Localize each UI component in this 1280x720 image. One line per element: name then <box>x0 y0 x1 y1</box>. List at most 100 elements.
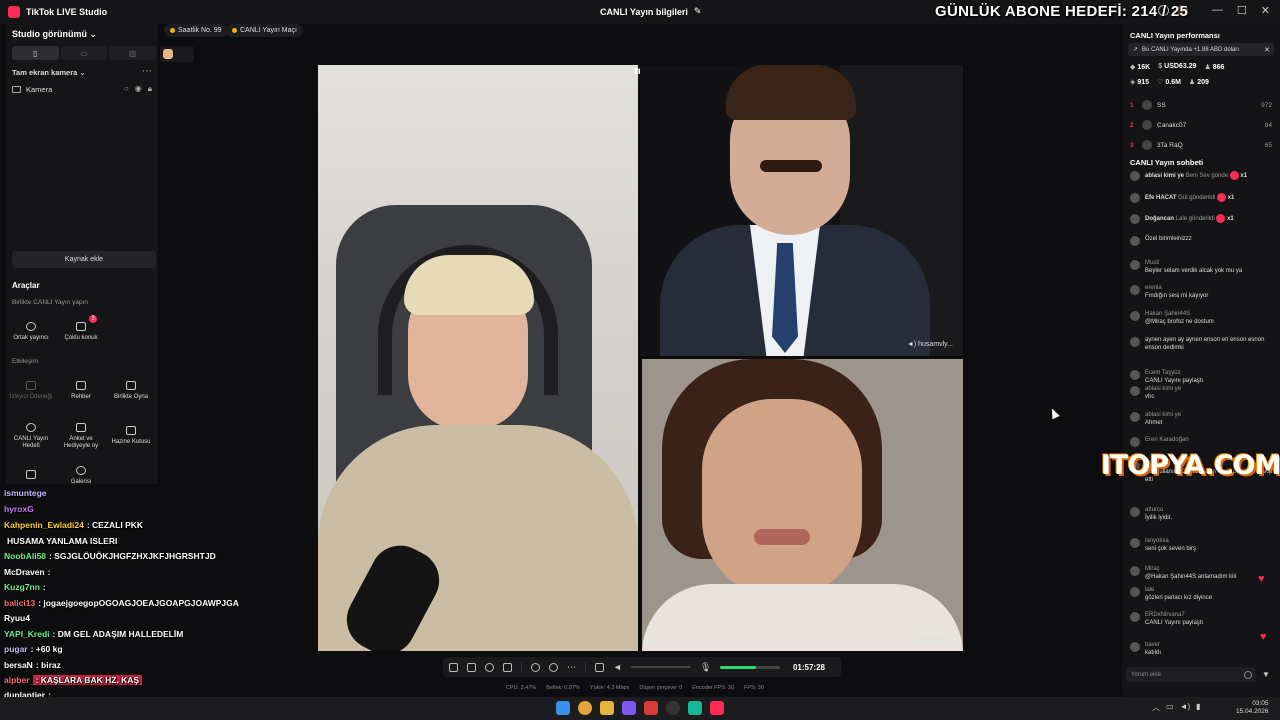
guide-tool[interactable]: Rehber <box>59 371 103 411</box>
live-match-chip[interactable]: CANLI Yayın Maçı <box>226 24 303 37</box>
add-source-button[interactable]: Kaynak ekle <box>12 251 156 268</box>
live-goal-tool[interactable]: CANLI Yayın Hedefi <box>9 416 53 456</box>
tool-label: Birlikte Oyna <box>113 394 148 401</box>
close-button[interactable]: ✕ <box>1261 4 1270 17</box>
play-together-tool[interactable]: Birlikte Oyna <box>109 371 153 411</box>
chrome-icon[interactable] <box>578 701 592 715</box>
layout-tabs: ▯ ▭ ▥ <box>12 46 157 60</box>
ranking-row[interactable]: 1 SS 972 <box>1130 98 1272 112</box>
tool-label: Hazine Kutusu <box>111 439 151 446</box>
avatar <box>1130 311 1140 321</box>
network-icon[interactable]: ▭ <box>1166 702 1174 713</box>
overlay-chat-line: YAPI_Kredi: DM GEL ADAŞIM HALLEDELİM <box>4 629 184 639</box>
avatar <box>1130 612 1140 622</box>
chevron-up-icon[interactable]: ︿ <box>1152 702 1160 713</box>
studio-view-dropdown[interactable]: Studio görünümü ⌄ <box>12 29 97 40</box>
audio-settings-icon[interactable] <box>595 662 604 672</box>
overlay-chat-line: NoobAli58: SGJGLÖUÖKJHGFZHXJKFJHGRSHTJD <box>4 551 216 561</box>
guest-name-label: ◄) husamvly... <box>906 341 953 348</box>
more-icon[interactable]: ⋯ <box>567 662 576 673</box>
more-icon[interactable]: ⋯ <box>142 66 152 77</box>
treasure-icon <box>126 426 136 436</box>
tab-portrait[interactable]: ▯ <box>12 46 59 60</box>
overlay-chat-line: Kuzg7nn: <box>4 582 46 592</box>
ranking-row[interactable]: 2 Canakc07 84 <box>1130 118 1272 132</box>
gift-icon <box>1216 214 1226 223</box>
overlay-chat-line: HUSAMA YANLAMA ISLERI <box>7 536 118 546</box>
minimize-button[interactable]: — <box>1212 4 1223 17</box>
earnings-banner: ↗ Bu CANLI Yayında +1.88 ABD doları ✕ <box>1128 43 1274 56</box>
book-icon <box>76 381 86 391</box>
obs-icon[interactable] <box>666 701 680 715</box>
speaker-volume-slider[interactable] <box>630 666 691 668</box>
lock-icon[interactable]: 🔒︎ <box>148 84 152 94</box>
gift-icon <box>26 381 36 391</box>
replay-icon[interactable] <box>549 662 558 672</box>
guest-name-label: ◄) Buket... <box>916 636 951 643</box>
overlay-chat-line: bersaN: biraz <box>4 660 61 670</box>
guest-feed-top[interactable]: ◄) husamvly... <box>640 65 963 356</box>
tool-label: Ortak yayıncı <box>13 335 49 342</box>
guest-feed-bottom[interactable]: ◄) Buket... <box>642 359 963 651</box>
live-info-button[interactable]: CANLI Yayın bilgileri ✎ <box>600 6 701 17</box>
poll-icon <box>76 422 86 432</box>
app-x-icon[interactable] <box>644 701 658 715</box>
overlay-chat-line: balici13: jogaejgoegopOGOAGJOEAJGOAPGJOA… <box>4 598 239 608</box>
emoji-icon[interactable] <box>1244 670 1252 679</box>
co-host-tool[interactable]: Ortak yayıncı <box>9 312 53 352</box>
tab-split[interactable]: ▥ <box>109 46 157 60</box>
magic-icon[interactable] <box>449 662 458 672</box>
mic-volume-slider[interactable] <box>720 665 781 669</box>
fullscreen-camera-dropdown[interactable]: Tam ekran kamera ⌄ <box>12 68 86 77</box>
file-explorer-icon[interactable] <box>600 701 614 715</box>
windows-start-icon[interactable] <box>556 701 570 715</box>
treasure-box-tool[interactable]: Hazine Kutusu <box>109 416 153 456</box>
tab-landscape[interactable]: ▭ <box>60 46 108 60</box>
avatar <box>1130 236 1140 246</box>
viewer-rating-tool[interactable]: İzleyici Ödeneği <box>9 371 53 411</box>
avatar <box>1142 140 1152 150</box>
discord-icon[interactable] <box>622 701 636 715</box>
left-panel: Studio görünümü ⌄ ▯ ▭ ▥ Tam ekran kamera… <box>6 24 158 485</box>
clock[interactable]: 03:05 15.04.2026 <box>1236 700 1269 716</box>
gallery-tool[interactable]: Galerisi <box>59 456 103 496</box>
overlay-chat-line: ismuntege <box>4 488 47 498</box>
stats-row-1: ◆ 16K $ USD63.29 ♟ 866 <box>1130 63 1225 71</box>
filter-icon[interactable] <box>467 662 476 672</box>
microphone-icon[interactable]: 🎙︎ <box>700 662 711 673</box>
speaker-mute-icon[interactable]: ◄ <box>613 662 622 672</box>
avatar <box>1130 386 1140 396</box>
mouse-cursor <box>1048 406 1060 420</box>
ranking-row[interactable]: 3 3Ta RaQ 65 <box>1130 138 1272 152</box>
match-icon <box>232 28 237 33</box>
tiktok-icon[interactable] <box>710 701 724 715</box>
multi-guest-tool[interactable]: Çoklu konuk 3 <box>59 312 103 352</box>
volume-icon[interactable]: ◄) <box>1180 702 1191 713</box>
overlay-chat-line: McDraven: <box>4 567 51 577</box>
maximize-button[interactable]: ☐ <box>1237 4 1247 17</box>
tool-label: Rehber <box>71 394 91 401</box>
subscriber-goal-overlay: GÜNLÜK ABONE HEDEFİ: 214 / 25 <box>935 3 1189 20</box>
settings-icon[interactable]: ○ <box>124 84 129 94</box>
target-icon <box>26 422 36 432</box>
users-icon: ♟ <box>1204 64 1211 71</box>
eye-icon[interactable]: ◉ <box>135 84 142 94</box>
avatar <box>1130 587 1140 597</box>
hourly-rank-chip[interactable]: Saatlik No. 99 <box>164 24 228 37</box>
avatar <box>1130 171 1140 181</box>
effects-icon[interactable] <box>485 662 494 672</box>
edit-icon: ✎ <box>693 6 702 16</box>
record-icon[interactable] <box>531 662 540 672</box>
diamond-icon: ◆ <box>1130 64 1136 71</box>
heart-icon: ♥ <box>1258 573 1265 585</box>
send-icon[interactable]: ▼ <box>1262 670 1270 679</box>
source-camera[interactable]: Kamera ○ ◉ 🔒︎ <box>12 84 152 94</box>
avatar <box>1130 260 1140 270</box>
game-icon[interactable] <box>688 701 702 715</box>
comment-input[interactable]: Yorum ekle <box>1126 667 1256 682</box>
close-icon[interactable]: ✕ <box>1264 46 1270 54</box>
tool-label: Çoklu konuk <box>64 335 98 342</box>
poll-tool[interactable]: Anket ve Hediyeyle oy <box>59 416 103 456</box>
layout-icon[interactable] <box>503 662 512 672</box>
battery-icon[interactable]: ▮ <box>1196 702 1200 713</box>
